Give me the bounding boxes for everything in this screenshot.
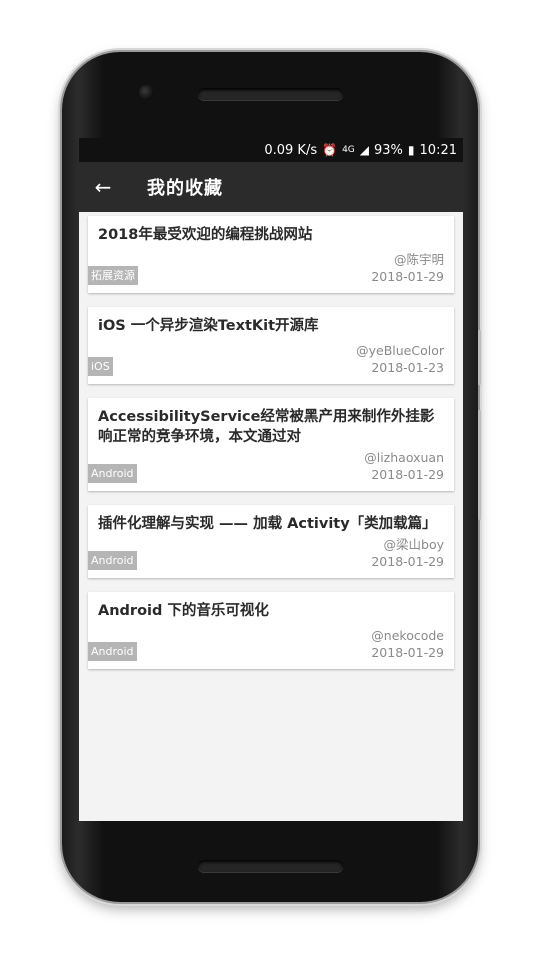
category-tag[interactable]: iOS (88, 357, 113, 376)
volume-button (478, 410, 481, 520)
category-tag[interactable]: Android (88, 642, 137, 661)
list-item[interactable]: AccessibilityService经常被黑产用来制作外挂影响正常的竞争环境… (88, 398, 454, 491)
item-title: 插件化理解与实现 —— 加载 Activity「类加载篇」 (98, 516, 437, 532)
network-4g-icon: 4G (342, 145, 355, 155)
bottom-speaker (198, 860, 343, 872)
front-camera (139, 85, 154, 100)
clock: 10:21 (419, 142, 457, 158)
category-tag[interactable]: Android (88, 464, 137, 483)
status-bar: 0.09 K/s ⏰ 4G ◢ 93% ▮ 10:21 (79, 138, 463, 162)
list-item[interactable]: iOS 一个异步渲染TextKit开源库 iOS @yeBlueColor 20… (88, 307, 454, 384)
network-speed: 0.09 K/s (264, 142, 318, 158)
author: @梁山boy (383, 537, 444, 552)
back-button[interactable]: ← (79, 162, 127, 212)
power-button (478, 330, 481, 385)
item-title: AccessibilityService经常被黑产用来制作外挂影响正常的竞争环境… (98, 409, 435, 445)
author: @lizhaoxuan (364, 450, 444, 465)
author: @陈宇明 (393, 252, 444, 267)
date: 2018-01-29 (371, 269, 444, 284)
category-tag[interactable]: 拓展资源 (88, 266, 138, 285)
item-title: Android 下的音乐可视化 (98, 603, 269, 619)
list-item[interactable]: 2018年最受欢迎的编程挑战网站 拓展资源 @陈宇明 2018-01-29 (88, 216, 454, 293)
app-toolbar: ← 我的收藏 (79, 162, 463, 212)
list-item[interactable]: 插件化理解与实现 —— 加载 Activity「类加载篇」 Android @梁… (88, 505, 454, 578)
date: 2018-01-23 (371, 360, 444, 375)
app-screen: 0.09 K/s ⏰ 4G ◢ 93% ▮ 10:21 ← 我的收藏 2018年… (79, 138, 463, 821)
list-item[interactable]: Android 下的音乐可视化 Android @nekocode 2018-0… (88, 592, 454, 669)
top-speaker (198, 88, 343, 100)
author: @nekocode (371, 628, 444, 643)
battery-icon: ▮ (407, 143, 415, 157)
alarm-icon: ⏰ (322, 143, 338, 157)
back-arrow-icon: ← (94, 175, 112, 199)
battery-level: 93% (374, 142, 403, 158)
item-title: iOS 一个异步渲染TextKit开源库 (98, 318, 319, 334)
page-title: 我的收藏 (147, 178, 223, 199)
item-title: 2018年最受欢迎的编程挑战网站 (98, 227, 313, 243)
date: 2018-01-29 (371, 645, 444, 660)
signal-icon: ◢ (359, 143, 370, 157)
date: 2018-01-29 (371, 554, 444, 569)
author: @yeBlueColor (356, 343, 444, 358)
favorites-list: 2018年最受欢迎的编程挑战网站 拓展资源 @陈宇明 2018-01-29 iO… (79, 212, 463, 669)
date: 2018-01-29 (371, 467, 444, 482)
category-tag[interactable]: Android (88, 551, 137, 570)
